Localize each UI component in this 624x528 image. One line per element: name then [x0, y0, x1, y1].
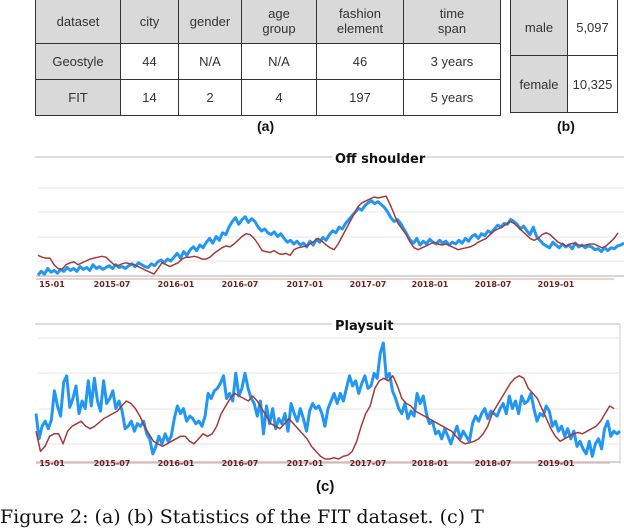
table-header-row: dataset city gender age group fashion el… — [35, 0, 501, 44]
series-line-observed — [34, 341, 621, 458]
chart-title: Off shoulder — [335, 152, 426, 167]
table-cell: 3 years — [403, 43, 501, 80]
x-tick-label: 2016-07 — [222, 459, 259, 468]
dataset-comparison-table: dataset city gender age group fashion el… — [35, 0, 501, 116]
header-cell: time span — [403, 0, 501, 44]
header-cell: dataset — [35, 0, 121, 44]
table-row: Geostyle 44 N/A N/A 46 3 years — [35, 43, 501, 80]
row-label-cell: FIT — [35, 79, 121, 116]
table-row: male 5,097 — [510, 0, 618, 56]
off-shoulder-chart-svg: Off shoulder 15-01 2015-07 2016-01 2016-07 20… — [35, 151, 624, 289]
table-cell: N/A — [241, 43, 317, 80]
table-cell: 5,097 — [567, 0, 618, 56]
x-tick-label: 15-01 — [39, 459, 65, 468]
table-cell: 44 — [120, 43, 179, 80]
table-cell: N/A — [178, 43, 242, 80]
table-cell: 10,325 — [567, 55, 618, 113]
x-tick-label: 2016-01 — [158, 280, 195, 289]
table-row: FIT 14 2 4 197 5 years — [35, 79, 501, 116]
x-tick-label: 2019-01 — [538, 280, 575, 289]
subfigure-label-b: (b) — [557, 118, 575, 134]
x-tick-label: 2015-07 — [94, 459, 131, 468]
x-tick-label: 2017-01 — [287, 280, 324, 289]
row-label-cell: male — [510, 0, 568, 56]
subfigure-label-c: (c) — [316, 478, 335, 495]
x-tick-label: 2016-01 — [158, 459, 195, 468]
gender-count-table: male 5,097 female 10,325 — [510, 0, 618, 113]
x-tick-label: 2018-01 — [412, 280, 449, 289]
table-cell: 5 years — [403, 79, 501, 116]
x-tick-label: 2015-07 — [94, 280, 131, 289]
subfigure-label-a: (a) — [257, 118, 275, 134]
x-tick-label: 2018-07 — [475, 459, 512, 468]
x-tick-label: 2019-01 — [538, 459, 575, 468]
header-text: fashion element — [336, 6, 384, 36]
row-label-cell: Geostyle — [35, 43, 121, 80]
table-cell: 4 — [241, 79, 317, 116]
x-tick-label: 2018-01 — [412, 459, 449, 468]
playsuit-chart: Playsuit 15-01 2015-07 2016-01 2016-07 2017-0… — [0, 316, 624, 476]
header-cell: city — [120, 0, 179, 44]
table-cell: 2 — [178, 79, 242, 116]
x-tick-label: 2017-01 — [287, 459, 324, 468]
chart-title: Playsuit — [335, 319, 394, 334]
table-row: female 10,325 — [510, 55, 618, 113]
header-text: age group — [262, 6, 296, 36]
x-tick-label: 2017-07 — [350, 459, 387, 468]
table-cell: 197 — [316, 79, 404, 116]
table-cell: 46 — [316, 43, 404, 80]
playsuit-chart-svg: Playsuit 15-01 2015-07 2016-01 2016-07 2017-0… — [34, 318, 621, 468]
x-tick-label: 2016-07 — [222, 280, 259, 289]
header-cell: age group — [241, 0, 317, 44]
header-cell: gender — [178, 0, 242, 44]
x-tick-label: 15-01 — [39, 280, 65, 289]
header-cell: fashion element — [316, 0, 404, 44]
figure-caption: Figure 2: (a) (b) Statistics of the FIT … — [0, 506, 484, 528]
off-shoulder-chart: Off shoulder 15-01 2015-07 2016-01 2016-07 20… — [0, 150, 624, 300]
table-cell: 14 — [120, 79, 179, 116]
row-label-cell: female — [510, 55, 568, 113]
x-tick-label: 2018-07 — [475, 280, 512, 289]
header-text: time span — [437, 6, 467, 36]
x-tick-label: 2017-07 — [350, 280, 387, 289]
